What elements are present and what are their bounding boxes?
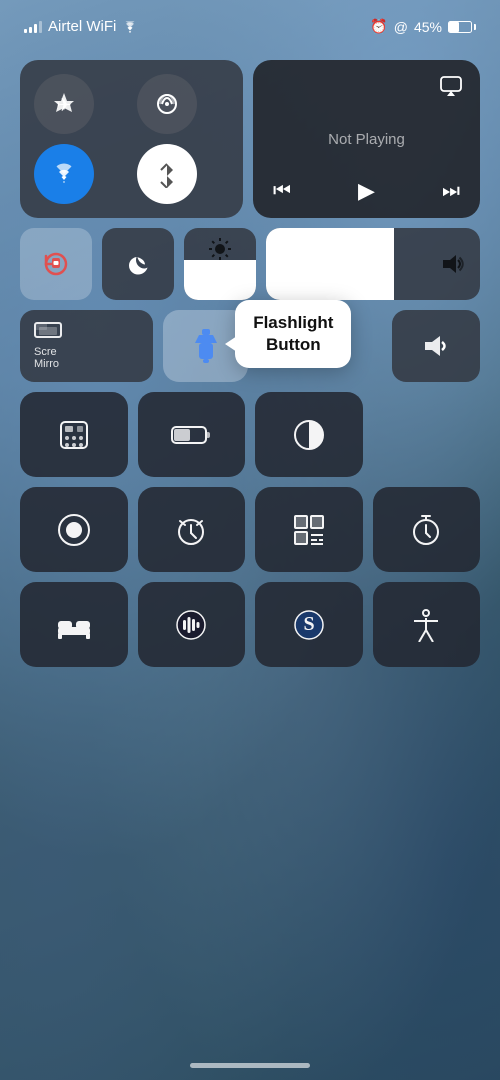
tooltip-container: FlashlightButton (163, 310, 382, 382)
signal-bars-icon (24, 21, 42, 33)
alarm-button[interactable] (138, 487, 246, 572)
fast-forward-button[interactable]: ⏭ (442, 180, 460, 203)
airplay-icon[interactable] (438, 74, 464, 100)
carrier-label: Airtel WiFi (48, 18, 116, 35)
lock-rotation-button[interactable] (20, 228, 92, 300)
wifi-icon (122, 21, 138, 33)
row-network-nowplaying: ✈ (20, 60, 480, 218)
home-indicator (190, 1063, 310, 1068)
qr-scanner-button[interactable] (255, 487, 363, 572)
volume-slider[interactable] (266, 228, 480, 300)
svg-text:✈: ✈ (56, 95, 71, 115)
now-playing-top (269, 74, 464, 100)
now-playing-label: Not Playing (328, 131, 405, 148)
status-bar: Airtel WiFi ⏰ @ 45% (0, 18, 500, 35)
status-left: Airtel WiFi (24, 18, 138, 35)
control-center: ✈ (20, 60, 480, 667)
network-panel: ✈ (20, 60, 243, 218)
audio-recognition-button[interactable] (138, 582, 246, 667)
flashlight-tooltip: FlashlightButton (235, 300, 351, 368)
rewind-button[interactable]: ⏮ (273, 180, 291, 203)
status-right: ⏰ @ 45% (370, 18, 476, 35)
airplane-mode-button[interactable]: ✈ (34, 74, 94, 134)
screen-record-button[interactable] (20, 487, 128, 572)
location-icon: @ (394, 19, 408, 35)
brightness-slider[interactable] (184, 228, 256, 300)
battery-icon (448, 21, 476, 33)
screen-mirror-button[interactable]: ScreMirro (20, 310, 153, 382)
row-apps-3: S (20, 582, 480, 667)
accessibility-button[interactable] (373, 582, 481, 667)
wifi-toggle-button[interactable] (34, 144, 94, 204)
calculator-button[interactable] (20, 392, 128, 477)
row-apps-2 (20, 487, 480, 572)
svg-text:S: S (303, 613, 314, 635)
now-playing-controls: ⏮ ▶ ⏭ (269, 178, 464, 204)
battery-pct-label: 45% (414, 19, 442, 35)
row-utilities (20, 228, 480, 300)
shazam-button[interactable]: S (255, 582, 363, 667)
now-playing-panel: Not Playing ⏮ ▶ ⏭ (253, 60, 480, 218)
sleep-button[interactable] (20, 582, 128, 667)
color-filter-button[interactable] (255, 392, 363, 477)
do-not-disturb-button[interactable] (102, 228, 174, 300)
timer-button[interactable] (373, 487, 481, 572)
speaker-volume-button[interactable] (392, 310, 480, 382)
row-apps-1 (20, 392, 480, 477)
bluetooth-button[interactable] (137, 144, 197, 204)
play-button[interactable]: ▶ (358, 178, 375, 204)
alarm-icon: ⏰ (370, 18, 387, 35)
cellular-button[interactable] (137, 74, 197, 134)
screen-mirror-label: ScreMirro (34, 346, 59, 370)
row-screenmirror: ScreMirro FlashlightButton (20, 310, 480, 382)
battery-case-button[interactable] (138, 392, 246, 477)
